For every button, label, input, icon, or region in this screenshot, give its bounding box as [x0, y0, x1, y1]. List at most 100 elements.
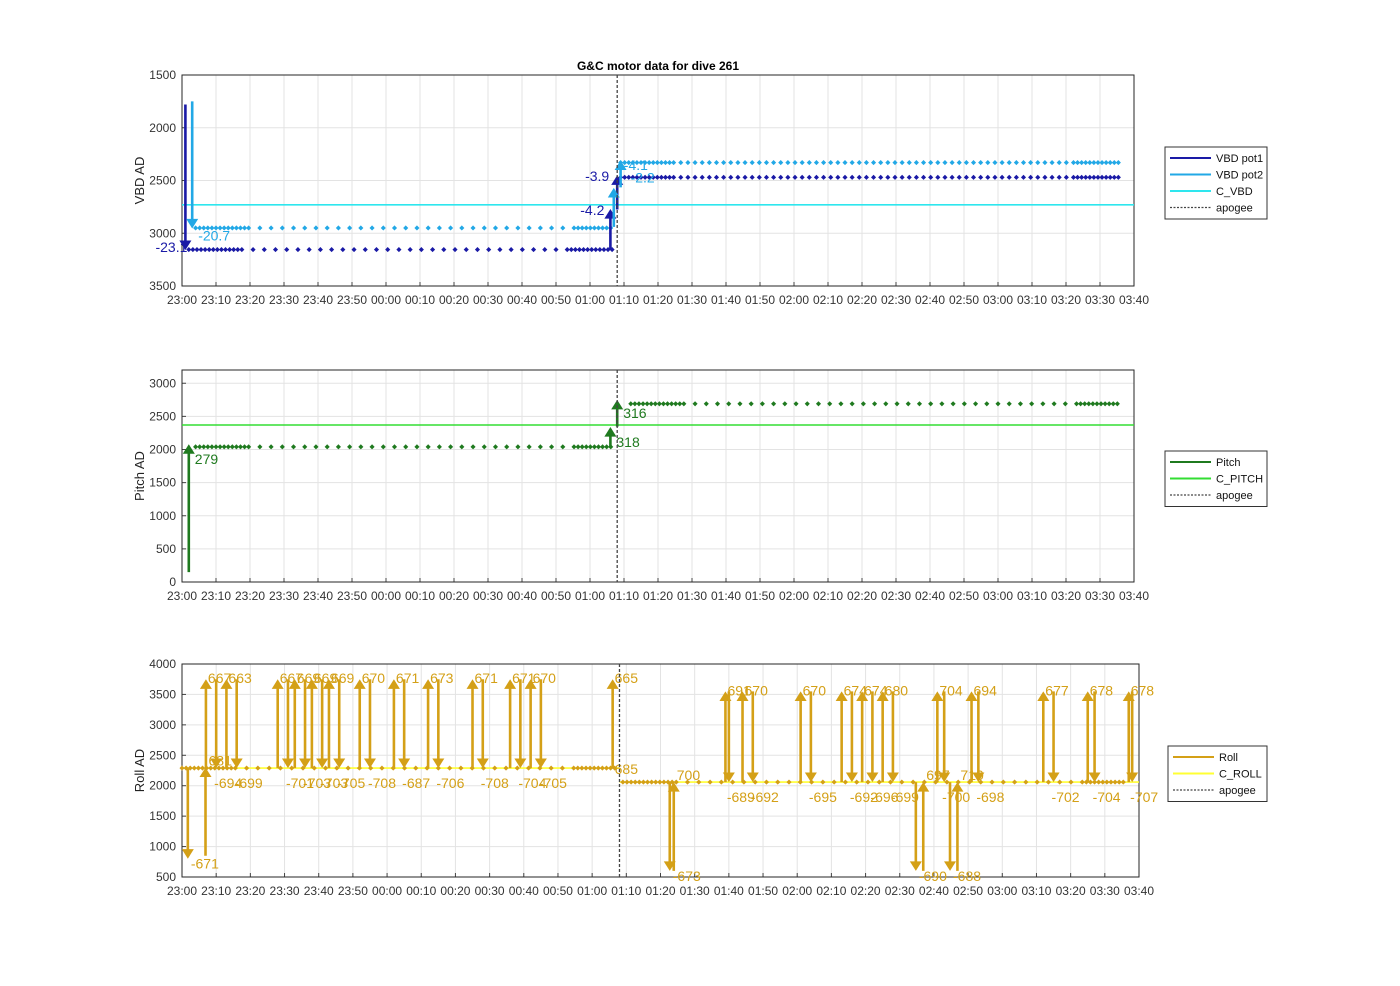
roll-spike-down-label: -706 — [436, 775, 464, 791]
roll-xtick-label: 00:40 — [509, 884, 539, 898]
roll-ytick-label: 1000 — [149, 840, 176, 854]
roll-spike-up-label: 677 — [1045, 682, 1069, 698]
roll-spike-up-label: 665 — [615, 670, 639, 686]
roll-spike-down-label: -708 — [368, 775, 396, 791]
vbd-xtick-label: 02:10 — [813, 293, 843, 307]
roll-spike-up-label: 673 — [430, 670, 454, 686]
vbd-xtick-label: 03:20 — [1051, 293, 1081, 307]
roll-legend: Roll C_ROLLapogee — [1167, 745, 1268, 802]
pitch-ytick-label: 1500 — [149, 476, 176, 490]
roll-spike-down-label: -707 — [1130, 789, 1158, 805]
roll-spike-up-label: 671 — [475, 670, 499, 686]
roll-xtick-label: 23:40 — [304, 884, 334, 898]
vbd-xtick-label: 02:50 — [949, 293, 979, 307]
roll-legend-label: Roll — [1219, 752, 1238, 764]
roll-xtick-label: 23:30 — [270, 884, 300, 898]
vbd-xtick-label: 03:40 — [1119, 293, 1149, 307]
vbd-xtick-label: 01:40 — [711, 293, 741, 307]
pitch-xtick-label: 03:30 — [1085, 589, 1115, 603]
pitch-legend-label: Pitch — [1216, 457, 1240, 469]
vbd-xtick-label: 00:30 — [473, 293, 503, 307]
roll-ytick-label: 1500 — [149, 809, 176, 823]
vbd-xtick-label: 03:00 — [983, 293, 1013, 307]
panel-pitch: 23:00 23:10 23:20 23:30 23:40 23:50 00:00 00:10… — [132, 369, 1268, 603]
pitch-xtick-label: 01:30 — [677, 589, 707, 603]
vbd-xtick-label: 23:10 — [201, 293, 231, 307]
roll-xtick-label: 03:20 — [1056, 884, 1086, 898]
pitch-xtick-label: 01:50 — [745, 589, 775, 603]
roll-low-move-label: 681 — [209, 752, 233, 768]
roll-spike-up-label: 670 — [533, 670, 557, 686]
roll-xtick-label: 00:00 — [372, 884, 402, 898]
roll-legend-label: apogee — [1219, 785, 1256, 797]
roll-spike-down-label: -692 — [751, 789, 779, 805]
vbd-legend: VBD pot1 VBD pot2 C_VBDapogee — [1164, 146, 1268, 220]
roll-ylabel: Roll AD — [132, 749, 147, 792]
roll-spike-up-label: 663 — [228, 670, 252, 686]
roll-xtick-label: 03:40 — [1124, 884, 1154, 898]
roll-low-move-label: 697 — [926, 767, 950, 783]
roll-low-move-label: 700 — [677, 767, 701, 783]
figure-title: G&C motor data for dive 261 — [577, 59, 739, 73]
pitch-move-label: 318 — [616, 434, 640, 450]
vbd-xtick-label: 23:40 — [303, 293, 333, 307]
pitch-ytick-label: 3000 — [149, 376, 176, 390]
roll-xtick-label: 00:50 — [543, 884, 573, 898]
vbd-xtick-label: 23:30 — [269, 293, 299, 307]
vbd-legend-label: C_VBD — [1216, 186, 1253, 198]
roll-spike-down-label: -708 — [481, 775, 509, 791]
vbd-xtick-label: 01:30 — [677, 293, 707, 307]
roll-spike-down-label: -702 — [1052, 789, 1080, 805]
pitch-legend: Pitch C_PITCHapogee — [1164, 450, 1268, 507]
vbd-xtick-label: 00:40 — [507, 293, 537, 307]
pitch-xtick-label: 03:00 — [983, 589, 1013, 603]
pitch-move-label: 316 — [623, 405, 647, 421]
figure-canvas: G&C motor data for dive 261 23:00 23:10 23… — [132, 59, 1268, 898]
vbd-xtick-label: 02:20 — [847, 293, 877, 307]
pitch-xtick-label: 01:00 — [575, 589, 605, 603]
vbd-xtick-label: 01:50 — [745, 293, 775, 307]
vbd-ytick-label: 3500 — [149, 279, 176, 293]
roll-spike-up-label: 670 — [362, 670, 386, 686]
pitch-xtick-label: 00:30 — [473, 589, 503, 603]
vbd-move-label: -3.9 — [585, 168, 609, 184]
vbd-xtick-label: 01:00 — [575, 293, 605, 307]
vbd-xtick-label: 01:10 — [609, 293, 639, 307]
pitch-xtick-label: 23:20 — [235, 589, 265, 603]
pitch-xtick-label: 02:50 — [949, 589, 979, 603]
vbd-xtick-label: 23:50 — [337, 293, 367, 307]
roll-low-move-label: -673 — [673, 868, 701, 884]
vbd-xtick-label: 02:00 — [779, 293, 809, 307]
roll-xtick-label: 03:10 — [1021, 884, 1051, 898]
pitch-xtick-label: 02:40 — [915, 589, 945, 603]
roll-xtick-label: 23:00 — [167, 884, 197, 898]
roll-xtick-label: 03:00 — [987, 884, 1017, 898]
vbd-xtick-label: 00:20 — [439, 293, 469, 307]
roll-spike-up-label: 680 — [885, 682, 909, 698]
pitch-xtick-label: 01:20 — [643, 589, 673, 603]
roll-spike-up-label: 678 — [1131, 682, 1155, 698]
roll-xtick-label: 01:50 — [748, 884, 778, 898]
roll-spike-up-label: 669 — [331, 670, 355, 686]
pitch-xtick-label: 23:40 — [303, 589, 333, 603]
roll-spike-down-label: -698 — [976, 789, 1004, 805]
roll-xtick-label: 01:00 — [577, 884, 607, 898]
vbd-ytick-label: 2000 — [149, 121, 176, 135]
roll-spike-down-label: -704 — [1093, 789, 1121, 805]
roll-spike-up-label: 671 — [396, 670, 420, 686]
roll-ytick-label: 4000 — [149, 657, 176, 671]
vbd-ytick-label: 2500 — [149, 174, 176, 188]
roll-spike-down-label: -687 — [402, 775, 430, 791]
roll-xtick-label: 01:10 — [611, 884, 641, 898]
roll-legend-label: C_ROLL — [1219, 769, 1262, 781]
vbd-xtick-label: 23:20 — [235, 293, 265, 307]
pitch-legend-label: C_PITCH — [1216, 474, 1263, 486]
roll-xtick-label: 02:20 — [851, 884, 881, 898]
pitch-move-label: 279 — [195, 451, 219, 467]
vbd-xtick-label: 00:50 — [541, 293, 571, 307]
vbd-xtick-label: 00:10 — [405, 293, 435, 307]
vbd-xtick-label: 02:30 — [881, 293, 911, 307]
panel-roll: 23:00 23:10 23:20 23:30 23:40 23:50 00:00 00:10… — [132, 657, 1268, 898]
pitch-xtick-label: 01:40 — [711, 589, 741, 603]
roll-ytick-label: 3000 — [149, 718, 176, 732]
